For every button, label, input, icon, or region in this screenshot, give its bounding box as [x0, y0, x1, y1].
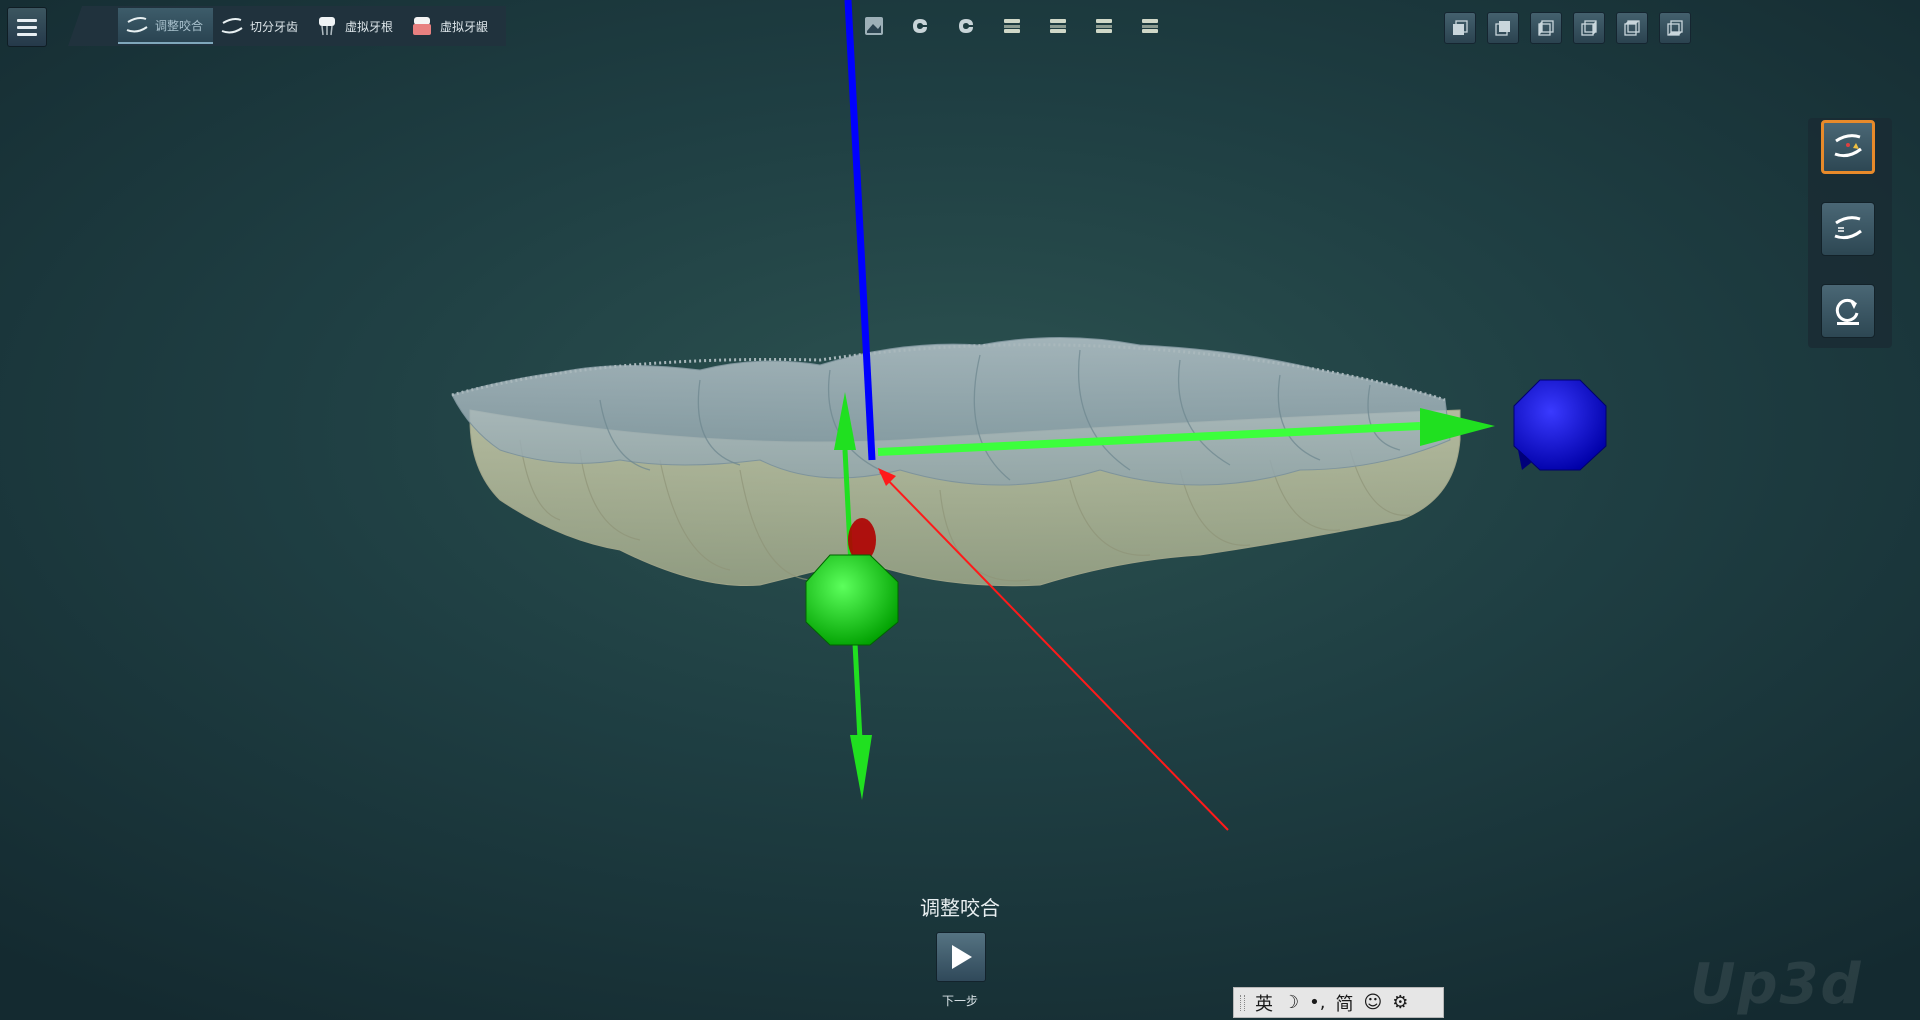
step-title: 调整咬合	[920, 896, 1000, 920]
next-step-button[interactable]	[936, 932, 986, 982]
play-icon	[952, 945, 972, 969]
dental-model[interactable]	[451, 337, 1461, 587]
ime-toolbar: 英 ☽ •, 简 ☺ ⚙	[1233, 987, 1444, 1018]
next-step-label: 下一步	[941, 994, 978, 1008]
ime-punctuation-toggle[interactable]: •,	[1309, 992, 1325, 1013]
y-axis-arrow-down[interactable]	[850, 735, 872, 800]
ime-grip-handle[interactable]	[1240, 994, 1245, 1011]
ime-language-toggle[interactable]: 英	[1255, 990, 1273, 1016]
green-translate-handle[interactable]	[805, 554, 899, 646]
up3d-watermark-logo: Up3d	[1690, 952, 1863, 1017]
blue-translate-handle[interactable]	[1513, 379, 1607, 471]
ime-simplified-toggle[interactable]: 简	[1335, 990, 1353, 1016]
ime-settings-icon[interactable]: ⚙	[1392, 992, 1408, 1013]
ime-emoji-icon[interactable]: ☺	[1363, 992, 1382, 1013]
ime-moon-icon[interactable]: ☽	[1283, 992, 1299, 1013]
3d-viewport[interactable]	[0, 0, 1920, 1020]
